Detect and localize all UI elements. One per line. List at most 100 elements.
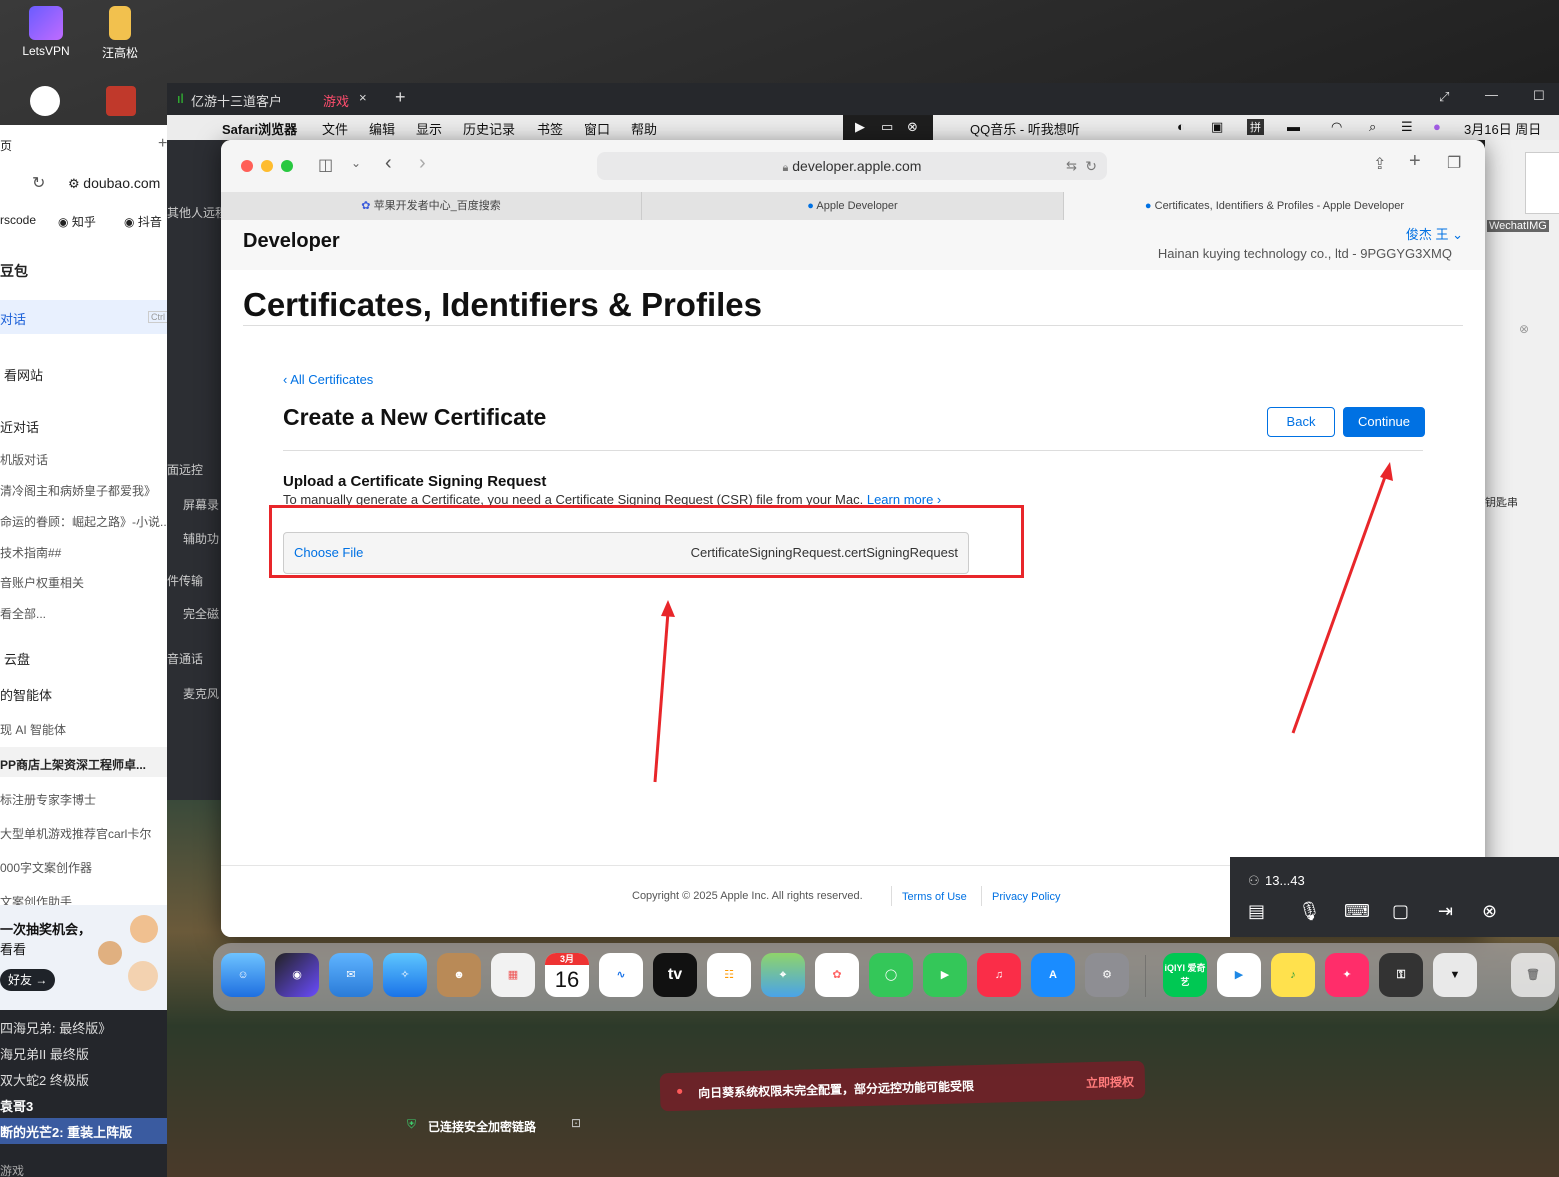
new-tab-icon[interactable]: + <box>1409 150 1421 173</box>
continue-button[interactable]: Continue <box>1343 407 1425 437</box>
file-thumbnail-icon[interactable] <box>1525 152 1559 214</box>
game-list-item[interactable]: 袁哥3 <box>0 1096 33 1115</box>
back-button[interactable]: Back <box>1267 407 1335 437</box>
microphone-icon[interactable]: 🎙︎ <box>1298 901 1321 922</box>
menubar-date[interactable]: 3月16日 周日 <box>1464 119 1541 138</box>
list-item[interactable]: 标注册专家李博士 <box>0 791 96 808</box>
keyboard-icon[interactable]: ⌨ <box>1344 901 1370 922</box>
sidebar-item-agents[interactable]: 的智能体 <box>0 685 52 704</box>
input-method-badge[interactable]: 拼 <box>1247 119 1264 135</box>
bookmark-item[interactable]: ◉ 知乎 <box>58 213 96 230</box>
sidebar-brand[interactable]: 豆包 <box>0 261 28 281</box>
list-item[interactable]: 机版对话 <box>0 451 48 468</box>
authorize-now-link[interactable]: 立即授权 <box>1086 1073 1134 1091</box>
desktop-icon-letsvpn[interactable]: LetsVPN <box>14 6 78 58</box>
safari-icon[interactable]: ✧ <box>383 953 427 997</box>
screen-icon[interactable]: ▭ <box>881 119 893 135</box>
url-display[interactable]: ⚙ doubao.com <box>68 175 160 192</box>
tab-baidu[interactable]: ✿ 苹果开发者中心_百度搜索 <box>221 192 642 220</box>
menu-history[interactable]: 历史记录 <box>463 119 515 138</box>
remote-tab-title[interactable]: 亿游十三道客户 <box>191 91 282 110</box>
text-icon[interactable]: ▢ <box>1392 901 1409 922</box>
messages-icon[interactable]: ◯ <box>869 953 913 997</box>
tab-certificates[interactable]: ● Certificates, Identifiers & Profiles -… <box>1064 192 1485 220</box>
game-category[interactable]: 游戏 <box>0 1162 24 1177</box>
tuxedo-app-icon[interactable]: ▼ <box>1433 953 1477 997</box>
siri-icon[interactable]: ◉ <box>275 953 319 997</box>
list-item[interactable]: 000字文案创作器 <box>0 859 92 876</box>
mail-icon[interactable]: ✉ <box>329 953 373 997</box>
app-shortcut-icon[interactable] <box>106 86 136 116</box>
menu-bookmarks[interactable]: 书签 <box>537 119 563 138</box>
list-item[interactable]: 现 AI 智能体 <box>0 721 66 738</box>
siri-icon[interactable]: ● <box>1433 119 1441 134</box>
sidebar-item-chat[interactable]: 对话 <box>0 309 26 328</box>
user-menu[interactable]: 俊杰 王 ⌄ <box>1406 224 1463 243</box>
bookmark-item[interactable]: ◉ 抖音 <box>124 213 162 230</box>
side-item[interactable]: 音通话 <box>167 650 203 667</box>
side-item[interactable]: 面远控 <box>167 461 203 478</box>
side-item[interactable]: 完全磁 <box>183 605 219 622</box>
tab-overview-icon[interactable]: ❐ <box>1447 153 1461 173</box>
app-store-icon[interactable]: A <box>1031 953 1075 997</box>
vpn-status-icon[interactable]: ◐ <box>1177 119 1185 134</box>
facetime-icon[interactable]: ▶ <box>923 953 967 997</box>
finder-icon[interactable]: ☺ <box>221 953 265 997</box>
side-item[interactable]: 辅助功 <box>183 530 219 547</box>
promo-card[interactable]: 一次抽奖机会， 看看 好友 → <box>0 905 167 1010</box>
invite-button[interactable]: 好友 → <box>0 969 56 991</box>
list-item[interactable]: PP商店上架资深工程师卓... <box>0 756 146 773</box>
zoom-window-button[interactable] <box>281 160 293 172</box>
menu-edit[interactable]: 编辑 <box>369 119 395 138</box>
maximize-icon[interactable]: ☐ <box>1533 88 1545 104</box>
now-playing-label[interactable]: QQ音乐 - 听我想听 <box>970 119 1080 138</box>
forward-icon[interactable]: › <box>419 152 426 175</box>
apple-tv-icon[interactable]: tv <box>653 953 697 997</box>
list-item[interactable]: 清冷阁主和病娇皇子都爱我》 <box>0 482 156 499</box>
menu-view[interactable]: 显示 <box>416 119 442 138</box>
fullscreen-icon[interactable]: ⤢ <box>1439 89 1449 105</box>
launchpad-icon[interactable]: ▦ <box>491 953 535 997</box>
developer-logo[interactable]: Developer <box>243 230 340 253</box>
game-list-item[interactable]: 双大蛇2 终极版 <box>0 1070 89 1089</box>
chevron-down-icon[interactable]: ⌄ <box>351 156 361 170</box>
sidebar-item-sites[interactable]: 看网站 <box>4 365 43 384</box>
chat-icon[interactable]: ▤ <box>1248 901 1265 922</box>
shortcut-icon[interactable] <box>30 86 60 116</box>
music-icon[interactable]: ♫ <box>977 953 1021 997</box>
list-item[interactable]: 命运的眷顾：崛起之路》-小说... <box>0 513 167 530</box>
kuaishou-icon[interactable]: ✦ <box>1325 953 1369 997</box>
file-transfer-icon[interactable]: ⇥ <box>1438 901 1453 922</box>
close-window-button[interactable] <box>241 160 253 172</box>
reminders-icon[interactable]: ☷ <box>707 953 751 997</box>
minimize-icon[interactable]: — <box>1485 87 1498 102</box>
keychain-icon[interactable]: ⚿ <box>1379 953 1423 997</box>
game-list-item-selected[interactable]: 断的光芒2: 重装上阵版 <box>0 1122 132 1141</box>
video-player-icon[interactable]: ▶ <box>1217 953 1261 997</box>
tab-apple-developer[interactable]: ● Apple Developer <box>642 192 1064 220</box>
side-item[interactable]: 其他人远程 <box>167 204 227 221</box>
list-item[interactable]: 技术指南## <box>0 544 61 561</box>
game-list-item[interactable]: 海兄弟II 最终版 <box>0 1044 89 1063</box>
list-item[interactable]: 音账户权重相关 <box>0 574 84 591</box>
new-tab-icon[interactable]: + <box>395 87 406 108</box>
freeform-icon[interactable]: ∿ <box>599 953 643 997</box>
system-settings-icon[interactable]: ⚙ <box>1085 953 1129 997</box>
trash-icon[interactable]: 🗑︎ <box>1511 953 1555 997</box>
iqiyi-icon[interactable]: iQIYI 爱奇艺 <box>1163 953 1207 997</box>
lock-icon[interactable]: ⊡ <box>571 1116 581 1130</box>
view-all-link[interactable]: 看全部... <box>0 605 46 622</box>
close-circle-icon[interactable]: ⊗ <box>1519 322 1529 336</box>
app-status-icon[interactable]: ▣ <box>1211 119 1223 135</box>
close-circle-icon[interactable]: ⊗ <box>907 119 918 135</box>
menu-safari[interactable]: Safari浏览器 <box>222 119 297 138</box>
photos-icon[interactable]: ✿ <box>815 953 859 997</box>
cast-icon[interactable]: ▶ <box>855 119 865 135</box>
minimize-window-button[interactable] <box>261 160 273 172</box>
privacy-link[interactable]: Privacy Policy <box>992 891 1060 903</box>
back-icon[interactable]: ‹ <box>385 152 392 175</box>
contacts-icon[interactable]: ☻ <box>437 953 481 997</box>
close-circle-icon[interactable]: ⊗ <box>1482 901 1497 922</box>
menu-file[interactable]: 文件 <box>322 119 348 138</box>
game-list-item[interactable]: 四海兄弟: 最终版》 <box>0 1018 111 1037</box>
